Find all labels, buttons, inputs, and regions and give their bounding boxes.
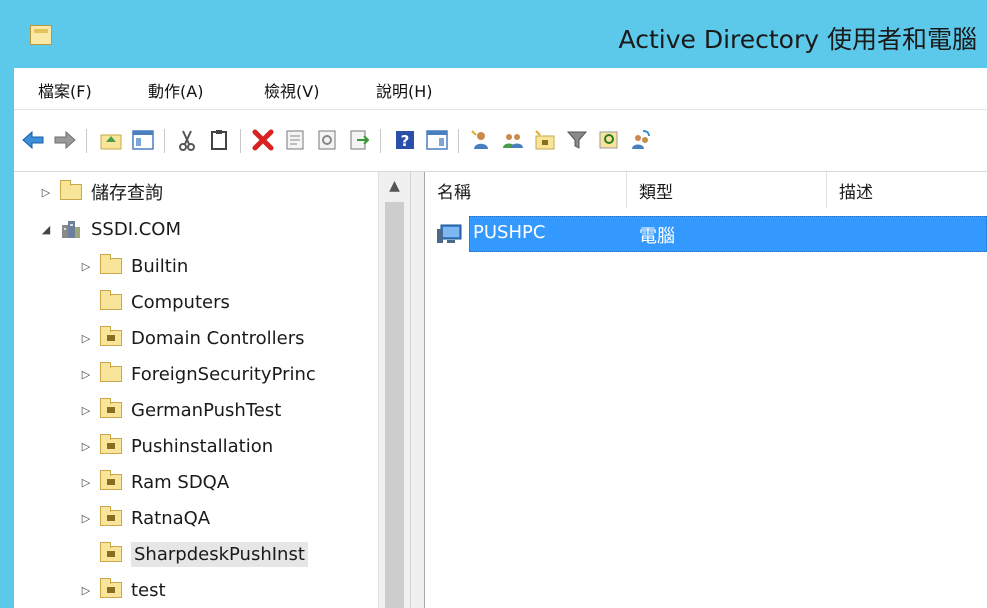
tree-item-sharpdeskpushinst[interactable]: SharpdeskPushInst [78, 537, 308, 571]
tree-item-label: Builtin [131, 255, 189, 277]
tree-item-computers[interactable]: Computers [78, 285, 230, 319]
expand-arrow-icon[interactable]: ▷ [78, 476, 94, 489]
window-left-border [0, 0, 14, 608]
delete-icon[interactable] [250, 127, 276, 153]
add-to-group-icon[interactable] [628, 127, 654, 153]
ou-folder-icon [100, 326, 122, 346]
toolbar-separator [458, 129, 459, 153]
collapse-arrow-icon[interactable]: ◢ [38, 223, 54, 236]
column-header-type[interactable]: 類型 [627, 172, 827, 208]
toolbar-separator [164, 129, 165, 153]
computer-icon [435, 223, 465, 245]
tree-item-label: GermanPushTest [131, 399, 282, 421]
cut-icon[interactable] [174, 127, 200, 153]
menu-view[interactable]: 檢視(V) [264, 78, 319, 102]
tree-item-germanpushtest[interactable]: ▷ GermanPushTest [78, 393, 281, 427]
column-header-name[interactable]: 名稱 [425, 172, 627, 208]
pane-splitter[interactable] [410, 172, 425, 608]
app-icon[interactable] [30, 25, 52, 45]
tree-item-ram-sdqa[interactable]: ▷ Ram SDQA [78, 465, 229, 499]
filter-icon[interactable] [564, 127, 590, 153]
expand-arrow-icon[interactable]: ▷ [78, 440, 94, 453]
expand-arrow-icon[interactable]: ▷ [78, 332, 94, 345]
find-icon[interactable] [596, 127, 622, 153]
cell-name: PUSHPC [473, 222, 546, 243]
scroll-up-arrow-icon[interactable]: ▲ [379, 172, 410, 200]
tree-item-label: ForeignSecurityPrinc [131, 363, 316, 385]
tree-item-ratnaqa[interactable]: ▷ RatnaQA [78, 501, 210, 535]
action-pane-icon[interactable] [424, 127, 450, 153]
list-item[interactable]: PUSHPC 電腦 [425, 216, 987, 252]
details-list: 名稱 類型 描述 PUSHPC 電腦 [425, 172, 987, 608]
tree-item-pushinstallation[interactable]: ▷ Pushinstallation [78, 429, 273, 463]
selection-highlight [469, 216, 987, 252]
expand-arrow-icon[interactable]: ▷ [78, 404, 94, 417]
ou-folder-icon [100, 506, 122, 526]
window-title: Active Directory 使用者和電腦 [618, 25, 977, 54]
tree-scrollbar[interactable]: ▲ [378, 172, 410, 608]
ou-folder-icon [100, 434, 122, 454]
expand-arrow-icon[interactable]: ▷ [78, 512, 94, 525]
refresh-icon[interactable] [314, 127, 340, 153]
tree-item-label: RatnaQA [131, 507, 211, 529]
menu-file[interactable]: 檔案(F) [38, 78, 92, 102]
export-list-icon[interactable] [346, 127, 372, 153]
back-arrow-icon[interactable] [20, 127, 46, 153]
expand-arrow-icon[interactable]: ▷ [78, 260, 94, 273]
expand-arrow-icon[interactable]: ▷ [78, 368, 94, 381]
menu-help[interactable]: 說明(H) [376, 78, 433, 102]
ou-folder-icon [100, 542, 122, 562]
new-group-icon[interactable] [500, 127, 526, 153]
toolbar-separator [86, 129, 87, 153]
new-ou-icon[interactable] [532, 127, 558, 153]
toolbar: ? [14, 111, 987, 171]
help-icon[interactable]: ? [392, 127, 418, 153]
new-user-icon[interactable] [468, 127, 494, 153]
forward-arrow-icon[interactable] [52, 127, 78, 153]
tree-item-label: SharpdeskPushInst [131, 541, 308, 567]
tree-item-label: Pushinstallation [131, 435, 274, 457]
tree-item-label: Computers [131, 291, 230, 313]
tree-item-label: Ram SDQA [131, 471, 230, 493]
up-folder-icon[interactable] [98, 127, 124, 153]
menu-bar: 檔案(F) 動作(A) 檢視(V) 說明(H) [14, 68, 987, 110]
tree-item-label: 儲存查詢 [91, 183, 163, 204]
domain-icon [60, 219, 82, 239]
show-console-tree-icon[interactable] [130, 127, 156, 153]
title-bar[interactable]: Active Directory 使用者和電腦 [0, 0, 987, 68]
folder-icon [100, 254, 122, 274]
console-tree: ▷ 儲存查詢 ◢ SSDI.COM ▷ Builtin Computers ▷ … [14, 172, 410, 608]
menu-action[interactable]: 動作(A) [148, 78, 203, 102]
cell-type: 電腦 [639, 226, 675, 247]
tree-item-foreign-security-principals[interactable]: ▷ ForeignSecurityPrinc [78, 357, 316, 391]
app-window: Active Directory 使用者和電腦 檔案(F) 動作(A) 檢視(V… [0, 0, 987, 608]
ou-folder-icon [100, 398, 122, 418]
tree-item-label: test [131, 579, 166, 601]
toolbar-separator [240, 129, 241, 153]
folder-icon [100, 290, 122, 310]
scroll-thumb[interactable] [385, 202, 404, 608]
ou-folder-icon [100, 470, 122, 490]
svg-text:?: ? [401, 132, 410, 150]
expand-arrow-icon[interactable]: ▷ [38, 186, 54, 199]
ou-folder-icon [100, 578, 122, 598]
tree-item-test[interactable]: ▷ test [78, 573, 166, 607]
tree-item-label: SSDI.COM [91, 218, 182, 240]
tree-item-builtin[interactable]: ▷ Builtin [78, 249, 188, 283]
column-header-description[interactable]: 描述 [827, 172, 987, 208]
expand-arrow-icon[interactable]: ▷ [78, 584, 94, 597]
tree-item-saved-queries[interactable]: ▷ 儲存查詢 [38, 175, 163, 209]
tree-item-domain[interactable]: ◢ SSDI.COM [38, 212, 181, 246]
folder-icon [60, 180, 82, 200]
toolbar-separator [380, 129, 381, 153]
tree-item-label: Domain Controllers [131, 327, 305, 349]
properties-icon[interactable] [282, 127, 308, 153]
tree-item-domain-controllers[interactable]: ▷ Domain Controllers [78, 321, 305, 355]
copy-icon[interactable] [206, 127, 232, 153]
folder-icon [100, 362, 122, 382]
